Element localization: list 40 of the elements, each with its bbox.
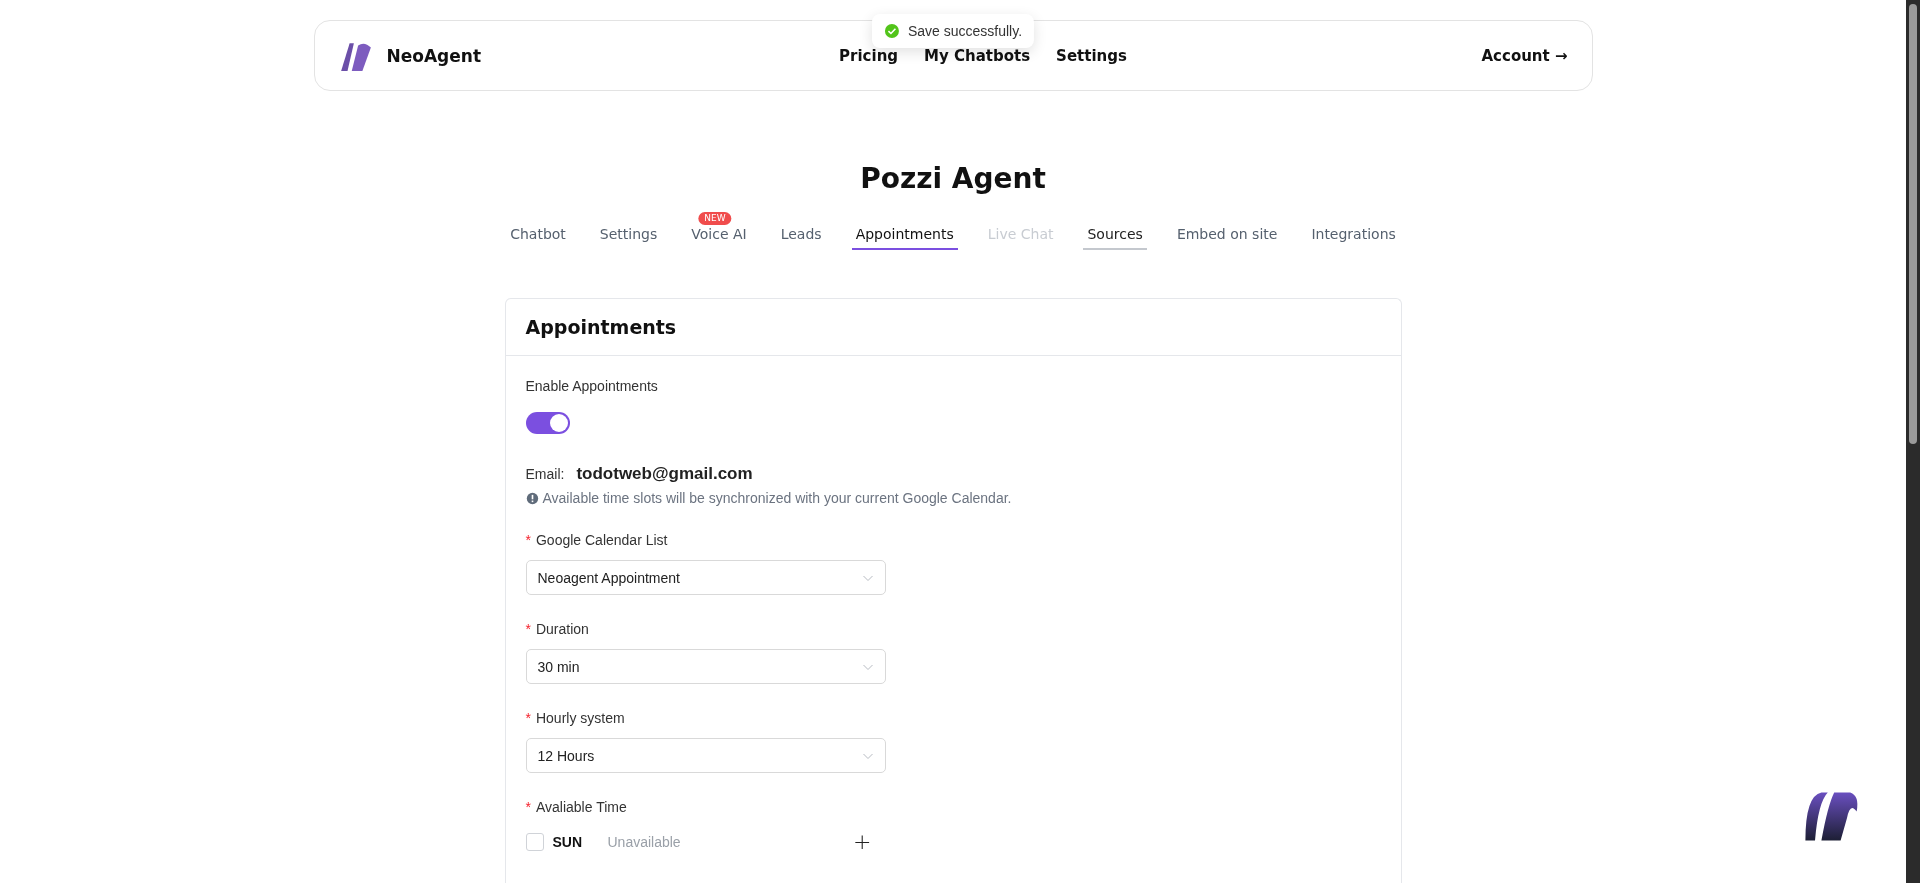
select-field[interactable]: 12 Hours (525, 738, 886, 773)
required-mark: * (525, 709, 531, 728)
day-status: Unavailable (607, 834, 682, 850)
tab[interactable]: Leads (776, 224, 826, 250)
field-label: Enable Appointments (525, 377, 659, 396)
day-checkbox[interactable] (525, 833, 544, 851)
tab[interactable]: Appointments (851, 224, 958, 250)
check-circle-icon (883, 23, 900, 39)
tab[interactable]: Chatbot (506, 224, 570, 250)
select-field[interactable]: Neoagent Appointment (525, 560, 886, 595)
tab[interactable]: Sources (1083, 224, 1147, 250)
select-field[interactable]: 30 min (525, 649, 886, 684)
toast-message: Save successfully. (907, 23, 1023, 39)
toggle-switch[interactable] (525, 412, 570, 434)
email-value: todotweb@gmail.com (576, 464, 753, 484)
page-title: Pozzi Agent (860, 161, 1046, 197)
add-button[interactable]: + (849, 831, 876, 853)
scrollbar[interactable] (1906, 0, 1920, 883)
nav-link[interactable]: Settings (1056, 46, 1127, 65)
tab[interactable]: Voice AI (687, 224, 751, 250)
nav-link[interactable]: Pricing (839, 46, 899, 65)
field-label: Hourly system (535, 709, 625, 728)
nav-link[interactable]: My Chatbots (924, 46, 1031, 65)
required-mark: * (525, 531, 531, 550)
field-label: Duration (535, 620, 589, 639)
new-badge: NEW (698, 212, 732, 225)
tab[interactable]: Integrations (1307, 224, 1400, 250)
card-title: Appointments (525, 316, 677, 338)
field-label: Google Calendar List (535, 531, 668, 550)
brand-name[interactable]: NeoAgent (386, 45, 482, 66)
info-text: Available time slots will be synchronized with your current Google Calendar. (542, 490, 1012, 506)
required-mark: * (525, 798, 531, 817)
account-link[interactable]: Account → (1481, 46, 1568, 65)
tab[interactable]: Settings (595, 224, 662, 250)
day-label: SUN (552, 834, 584, 850)
tab[interactable]: Embed on site (1172, 224, 1282, 250)
field-label: Avaliable Time (535, 798, 627, 817)
required-mark: * (525, 620, 531, 639)
email-label: Email: (525, 466, 565, 482)
info-icon (525, 491, 539, 505)
